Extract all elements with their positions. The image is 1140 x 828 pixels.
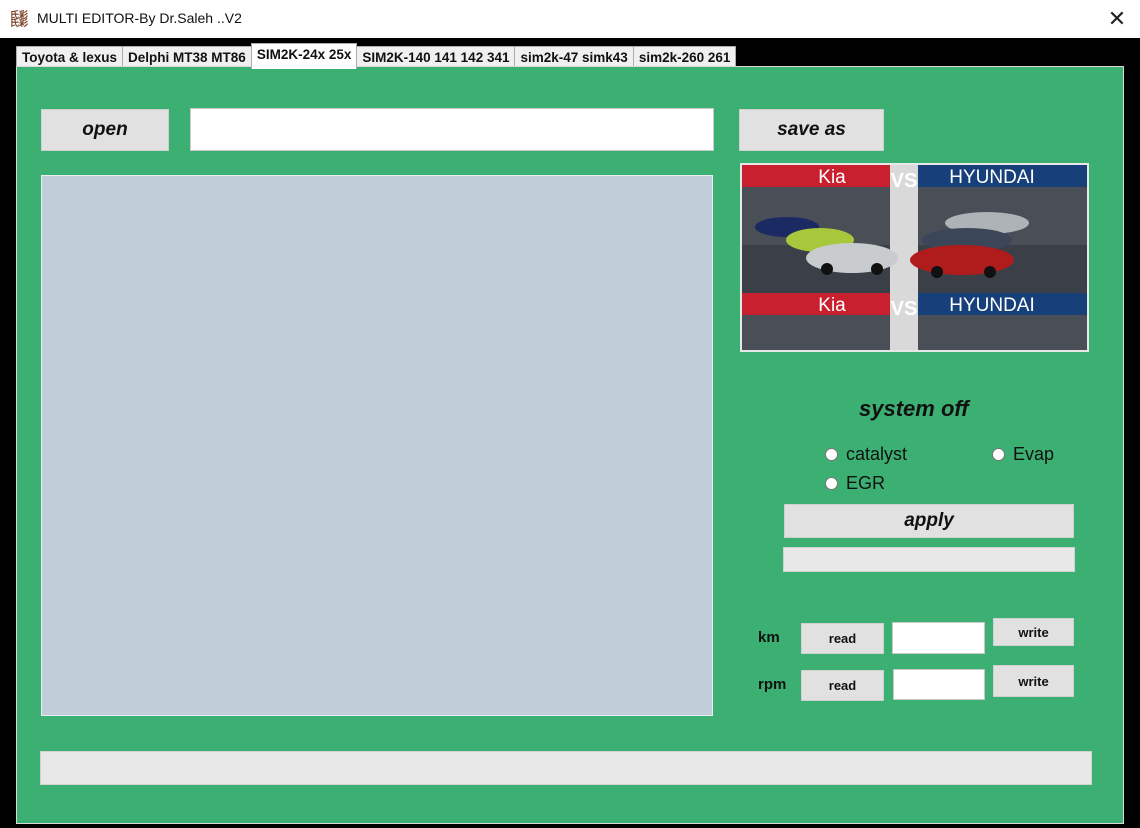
rpm-write-button[interactable]: write bbox=[993, 665, 1074, 697]
km-write-button[interactable]: write bbox=[993, 618, 1074, 646]
kia-label-top: Kia bbox=[818, 167, 846, 188]
bottom-status-bar bbox=[40, 751, 1092, 785]
radio-evap-dot[interactable] bbox=[992, 448, 1005, 461]
tab-strip: Toyota & lexus Delphi MT38 MT86 SIM2K-24… bbox=[16, 43, 737, 69]
close-icon[interactable]: ✕ bbox=[1094, 0, 1140, 38]
km-label: km bbox=[758, 629, 780, 646]
app-icon-text: 氏彩 氏彩 bbox=[10, 10, 29, 28]
radio-evap-label: Evap bbox=[1013, 444, 1055, 464]
vs-label-bottom: VS bbox=[891, 298, 918, 320]
system-off-status-bar bbox=[783, 547, 1075, 572]
title-bar: 氏彩 氏彩 MULTI EDITOR-By Dr.Saleh ..V2 ✕ bbox=[0, 0, 1140, 38]
banner-image: Kia VS HYUNDAI Kia VS HYUNDAI bbox=[742, 165, 1087, 350]
kia-label-bottom: Kia bbox=[818, 295, 846, 316]
km-value-field[interactable] bbox=[892, 622, 985, 654]
tab-sim2k-24x[interactable]: SIM2K-24x 25x bbox=[250, 43, 358, 69]
rpm-label: rpm bbox=[758, 676, 787, 693]
hyundai-label-bottom: HYUNDAI bbox=[949, 295, 1035, 316]
hyundai-label-top: HYUNDAI bbox=[949, 167, 1035, 188]
apply-button[interactable]: apply bbox=[784, 504, 1074, 538]
radio-egr[interactable]: EGR bbox=[825, 473, 885, 494]
vs-label-top: VS bbox=[891, 170, 918, 192]
app-icon: 氏彩 氏彩 bbox=[10, 10, 29, 28]
km-read-button[interactable]: read bbox=[801, 623, 884, 654]
hex-editor-area[interactable] bbox=[41, 175, 713, 716]
file-path-field[interactable] bbox=[190, 108, 714, 151]
radio-egr-label: EGR bbox=[846, 473, 886, 493]
radio-evap[interactable]: Evap bbox=[992, 444, 1054, 465]
window-title: MULTI EDITOR-By Dr.Saleh ..V2 bbox=[37, 10, 242, 26]
tab-panel: open save as Kia VS HYUNDAI Kia VS HYUND… bbox=[16, 66, 1124, 824]
radio-catalyst-label: catalyst bbox=[846, 444, 908, 464]
save-as-button[interactable]: save as bbox=[739, 109, 884, 151]
system-off-title: system off bbox=[859, 396, 969, 421]
radio-catalyst[interactable]: catalyst bbox=[825, 444, 907, 465]
rpm-read-button[interactable]: read bbox=[801, 670, 884, 701]
radio-catalyst-dot[interactable] bbox=[825, 448, 838, 461]
radio-egr-dot[interactable] bbox=[825, 477, 838, 490]
rpm-value-field[interactable] bbox=[893, 669, 985, 700]
kia-vs-hyundai-banner: Kia VS HYUNDAI Kia VS HYUNDAI bbox=[740, 163, 1089, 352]
open-button[interactable]: open bbox=[41, 109, 169, 151]
